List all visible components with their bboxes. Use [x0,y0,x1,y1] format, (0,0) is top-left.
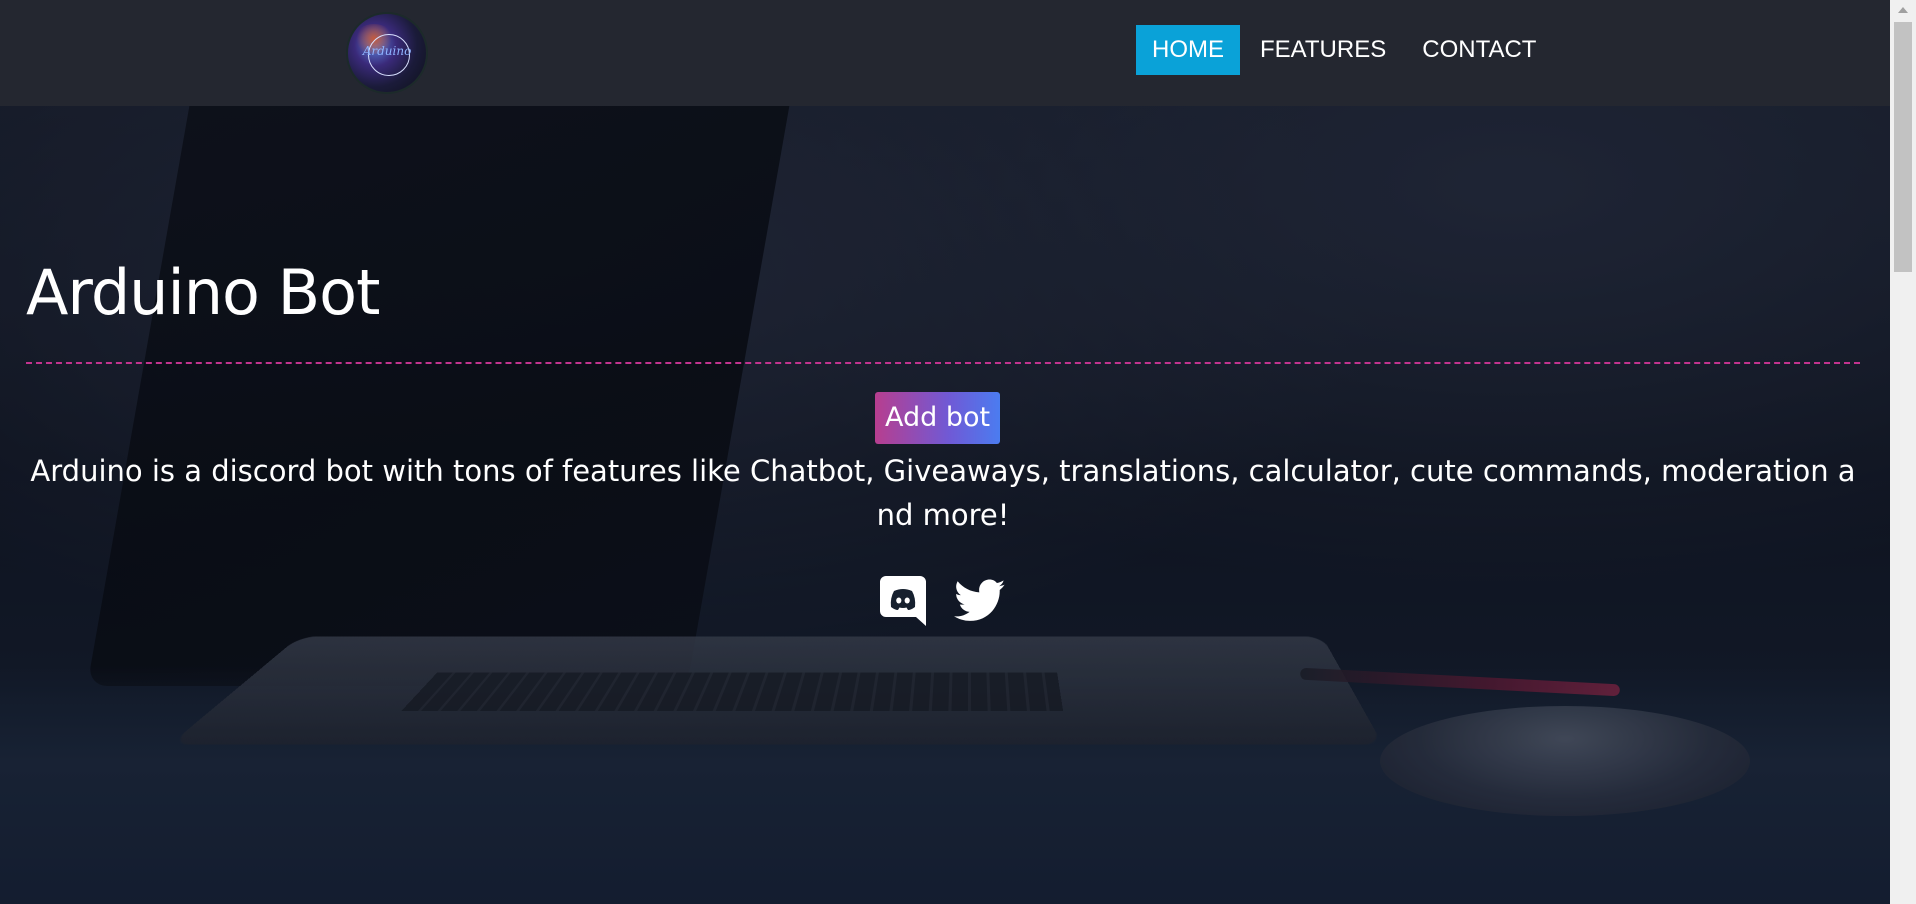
nav-link-home[interactable]: HOME [1136,25,1240,75]
nav-link-features[interactable]: FEATURES [1244,25,1402,75]
hero-section: Arduino Bot Add bot Arduino is a discord… [0,106,1890,904]
discord-icon [880,576,926,626]
scroll-up-arrow-icon[interactable] [1890,0,1916,20]
scrollbar-thumb[interactable] [1894,22,1912,272]
hero-content: Arduino Bot Add bot Arduino is a discord… [0,106,1890,904]
nav-menu: HOME FEATURES CONTACT [1136,25,1556,75]
hero-title: Arduino Bot [26,256,380,329]
logo-text: Arduino [362,44,412,58]
hero-divider [26,362,1860,364]
page: Arduino HOME FEATURES CONTACT Arduino Bo… [0,0,1916,904]
add-bot-button[interactable]: Add bot [875,392,1001,444]
twitter-link[interactable] [954,579,1006,627]
twitter-icon [954,579,1006,621]
nav-link-contact[interactable]: CONTACT [1406,25,1552,75]
navbar: Arduino HOME FEATURES CONTACT [0,0,1890,106]
discord-link[interactable] [880,576,926,630]
site-logo[interactable]: Arduino [348,14,426,92]
social-links [880,576,1006,630]
vertical-scrollbar[interactable] [1890,0,1916,904]
hero-description: Arduino is a discord bot with tons of fe… [30,454,1856,532]
